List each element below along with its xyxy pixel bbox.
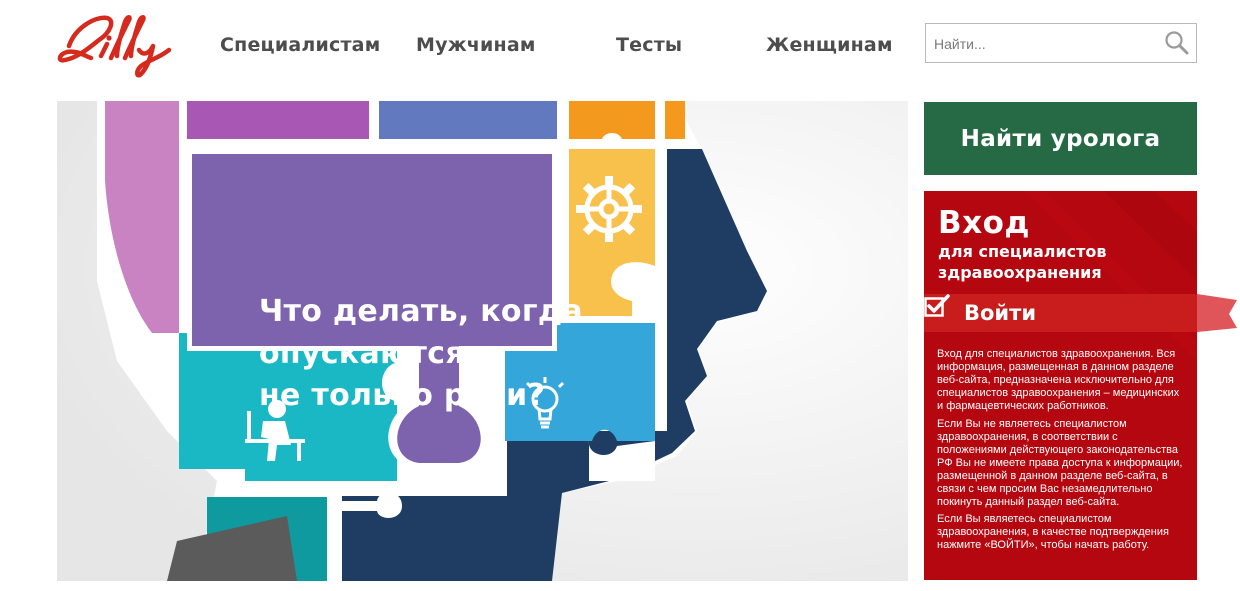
find-urologist-button[interactable]: Найти уролога: [924, 102, 1197, 175]
login-button-label: Войти: [964, 301, 1037, 325]
login-disclaimer-2: Если Вы не являетесь специалистом здраво…: [937, 418, 1183, 508]
lilly-logo[interactable]: [55, 10, 181, 80]
login-subtitle-line: для специалистов: [938, 242, 1107, 261]
lilly-logo-graphic: [57, 15, 172, 78]
search-box: [925, 23, 1197, 63]
nav-item-women[interactable]: Женщинам: [766, 34, 893, 56]
hero-headline: Что делать, когда опускаются не только р…: [259, 291, 589, 417]
nav-item-men[interactable]: Мужчинам: [416, 34, 536, 56]
nav-item-tests[interactable]: Тесты: [616, 34, 682, 56]
search-icon[interactable]: [1164, 30, 1190, 56]
login-title: Вход: [938, 205, 1030, 241]
specialist-login-panel: Вход для специалистов здравоохранения Во…: [924, 191, 1237, 580]
login-subtitle: для специалистов здравоохранения: [938, 241, 1107, 283]
nav-item-specialists[interactable]: Специалистам: [220, 34, 380, 56]
hero-headline-line: не только руки?: [259, 378, 546, 413]
search-input[interactable]: [934, 33, 1156, 55]
checkbox-icon: [924, 294, 950, 317]
hero-headline-line: опускаются: [259, 336, 465, 371]
login-disclaimer-3: Если Вы являетесь специалистом здравоохр…: [937, 513, 1169, 551]
hero-banner[interactable]: Что делать, когда опускаются не только р…: [57, 101, 908, 581]
login-subtitle-line: здравоохранения: [938, 263, 1102, 282]
login-button[interactable]: Войти: [924, 294, 1237, 332]
login-disclaimer-1: Вход для специалистов здравоохранения. В…: [937, 348, 1180, 412]
hero-headline-line: Что делать, когда: [259, 294, 583, 329]
